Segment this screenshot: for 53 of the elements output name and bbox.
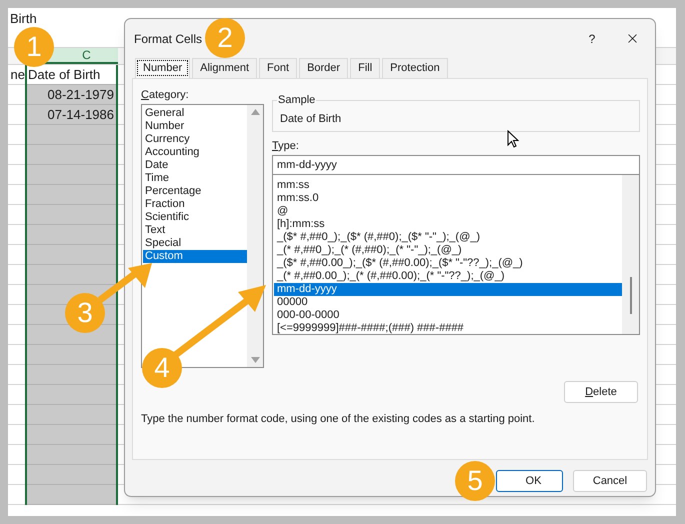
- category-item[interactable]: Percentage: [143, 185, 247, 198]
- type-item[interactable]: _($* #,##0_);_($* (#,##0);_($* "-"_);_(@_): [274, 231, 622, 244]
- type-item[interactable]: mm:ss.0: [274, 192, 622, 205]
- type-list[interactable]: [272, 175, 640, 335]
- sample-label: Sample: [277, 93, 316, 107]
- type-label: Type:: [272, 139, 300, 153]
- help-button[interactable]: ?: [582, 30, 602, 48]
- type-item[interactable]: _(* #,##0.00_);_(* (#,##0.00);_(* "-"??_);_(@_): [274, 270, 622, 283]
- tab[interactable]: Font: [259, 58, 298, 78]
- tab[interactable]: Border: [299, 58, 348, 78]
- tab[interactable]: Number: [135, 58, 190, 78]
- delete-button[interactable]: Delete: [564, 381, 638, 403]
- column-header[interactable]: C: [82, 46, 91, 64]
- type-item[interactable]: mm:ss: [274, 179, 622, 192]
- category-item[interactable]: Scientific: [143, 211, 247, 224]
- cancel-button[interactable]: Cancel: [573, 470, 647, 492]
- dialog-title: Format Cells: [134, 30, 202, 48]
- type-item[interactable]: [<=9999999]###-####;(###) ###-####: [274, 322, 622, 335]
- scroll-up-icon[interactable]: [250, 109, 260, 115]
- table-cell-text: Date of Birth: [28, 66, 100, 84]
- tab[interactable]: Alignment: [192, 58, 258, 78]
- table-cell-text: 08-21-1979: [48, 86, 114, 104]
- category-label: Category:: [141, 88, 190, 102]
- formula-text: Birth: [10, 12, 37, 25]
- category-item[interactable]: General: [143, 107, 247, 120]
- tab[interactable]: Fill: [350, 58, 380, 78]
- type-item[interactable]: 00000: [274, 296, 622, 309]
- ok-button[interactable]: OK: [496, 470, 563, 492]
- category-item[interactable]: Custom: [143, 250, 247, 263]
- category-item[interactable]: Fraction: [143, 198, 247, 211]
- category-item[interactable]: Time: [143, 172, 247, 185]
- type-item[interactable]: @: [274, 205, 622, 218]
- type-item[interactable]: _($* #,##0.00_);_($* (#,##0.00);_($* "-"??_);_(@_): [274, 257, 622, 270]
- type-item[interactable]: 000-00-0000: [274, 309, 622, 322]
- tab[interactable]: Protection: [382, 58, 448, 78]
- table-cell-text: ne: [10, 66, 25, 84]
- mouse-cursor-icon: [507, 130, 519, 148]
- type-item[interactable]: mm-dd-yyyy: [274, 283, 622, 296]
- type-item[interactable]: [h]:mm:ss: [274, 218, 622, 231]
- category-item[interactable]: Accounting: [143, 146, 247, 159]
- category-item[interactable]: Special: [143, 237, 247, 250]
- scrollbar-thumb[interactable]: [630, 277, 632, 314]
- category-item[interactable]: Text: [143, 224, 247, 237]
- category-item[interactable]: Date: [143, 159, 247, 172]
- category-item[interactable]: Currency: [143, 133, 247, 146]
- scroll-down-icon[interactable]: [250, 357, 260, 363]
- type-field[interactable]: mm-dd-yyyy: [272, 155, 640, 175]
- sample-value: Date of Birth: [280, 112, 342, 127]
- table-cell-text: 07-14-1986: [48, 106, 114, 124]
- scrollbar[interactable]: [247, 105, 263, 367]
- hint-text: Type the number format code, using one of the existing codes as a starting point.: [141, 412, 536, 427]
- type-item[interactable]: _(* #,##0_);_(* (#,##0);_(* "-"_);_(@_): [274, 244, 622, 257]
- category-item[interactable]: Number: [143, 120, 247, 133]
